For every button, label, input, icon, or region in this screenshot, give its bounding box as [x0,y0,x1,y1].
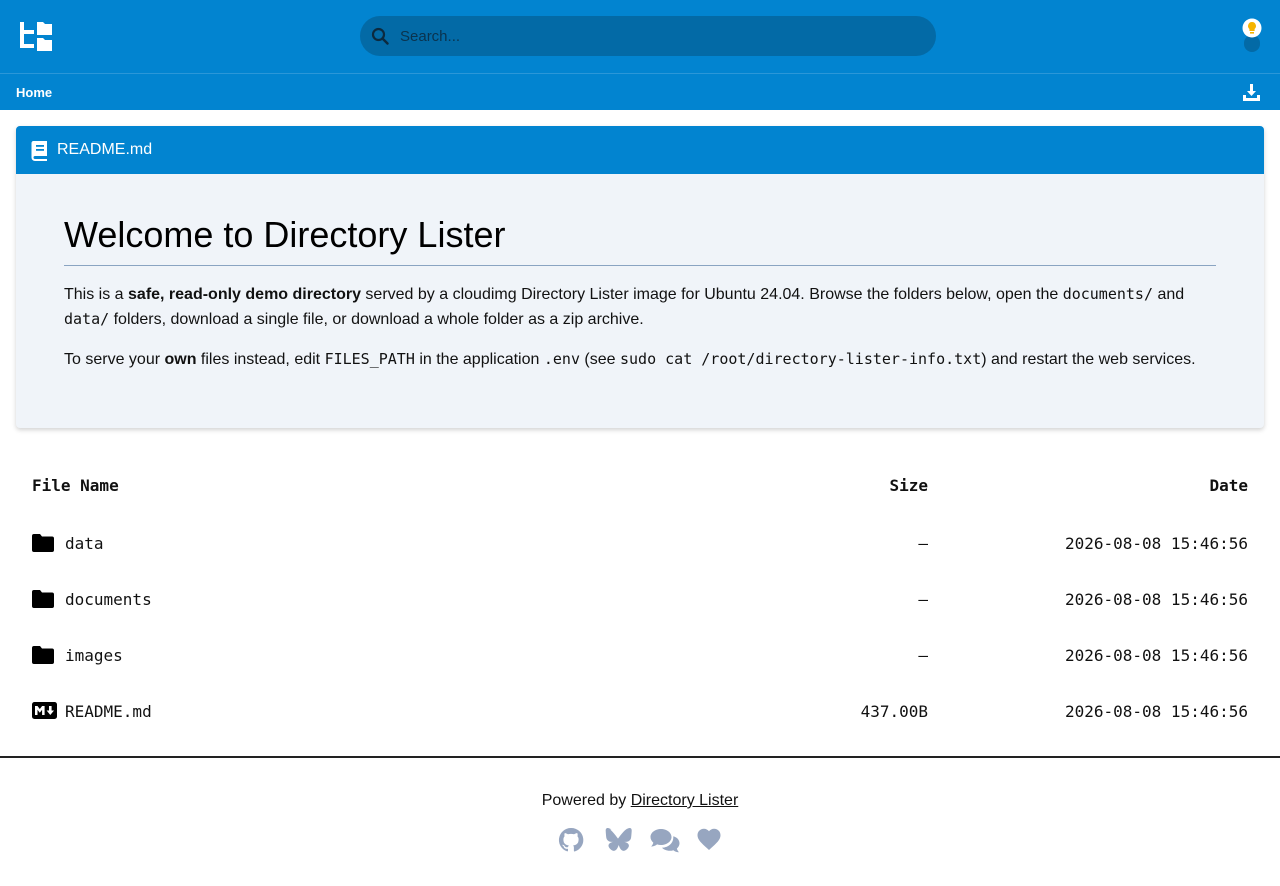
folder-icon [32,646,56,666]
comments-icon[interactable] [650,827,680,853]
column-header-name[interactable]: File Name [32,476,119,495]
readme-paragraph-2: To serve your own files instead, edit FI… [64,350,1196,368]
lightbulb-toggle-icon[interactable] [1242,17,1262,53]
file-size: — [918,534,928,553]
column-header-size[interactable]: Size [889,476,928,495]
file-size: — [918,590,928,609]
search-box [360,16,936,56]
readme-filename: README.md [57,141,153,158]
folder-icon [32,534,56,554]
folder-icon [32,590,56,610]
file-name: documents [65,590,152,609]
readme-header: README.md [16,126,1264,174]
file-date: 2026-08-08 15:46:56 [1064,646,1248,665]
readme-card: README.md Welcome to Directory Lister Th… [16,126,1264,428]
search-icon [371,27,389,45]
heart-icon[interactable] [696,827,722,853]
file-date: 2026-08-08 15:46:56 [1064,534,1248,553]
file-name: data [65,534,104,553]
file-date: 2026-08-08 15:46:56 [1064,590,1248,609]
file-size: 437.00B [860,702,928,721]
file-table-header: File Name Size Date [0,476,1280,500]
table-row[interactable]: README.md 437.00B 2026-08-08 15:46:56 [0,684,1280,740]
github-icon[interactable] [558,827,584,853]
search-input[interactable] [400,16,920,56]
directory-lister-link[interactable]: Directory Lister [631,792,739,809]
file-name: README.md [65,702,152,721]
file-name: images [65,646,123,665]
folder-tree-icon[interactable] [18,20,54,52]
download-icon[interactable] [1242,83,1261,102]
table-row[interactable]: data — 2026-08-08 15:46:56 [0,516,1280,572]
footer-divider [0,756,1280,758]
table-row[interactable]: images — 2026-08-08 15:46:56 [0,628,1280,684]
markdown-icon [32,702,57,722]
file-size: — [918,646,928,665]
top-bar [0,0,1280,73]
bluesky-icon[interactable] [604,827,632,853]
readme-content: Welcome to Directory Lister This is a sa… [64,214,1216,372]
table-row[interactable]: documents — 2026-08-08 15:46:56 [0,572,1280,628]
book-icon [31,140,49,161]
footer-credit: Powered by Directory Lister [541,792,739,809]
readme-paragraph-1: This is a safe, read-only demo directory… [64,285,1185,328]
breadcrumb-home[interactable]: Home [16,85,52,100]
file-date: 2026-08-08 15:46:56 [1064,702,1248,721]
column-header-date[interactable]: Date [1209,476,1248,495]
social-links [558,827,724,857]
breadcrumb: Home [0,73,1280,110]
readme-heading: Welcome to Directory Lister [64,214,1216,266]
